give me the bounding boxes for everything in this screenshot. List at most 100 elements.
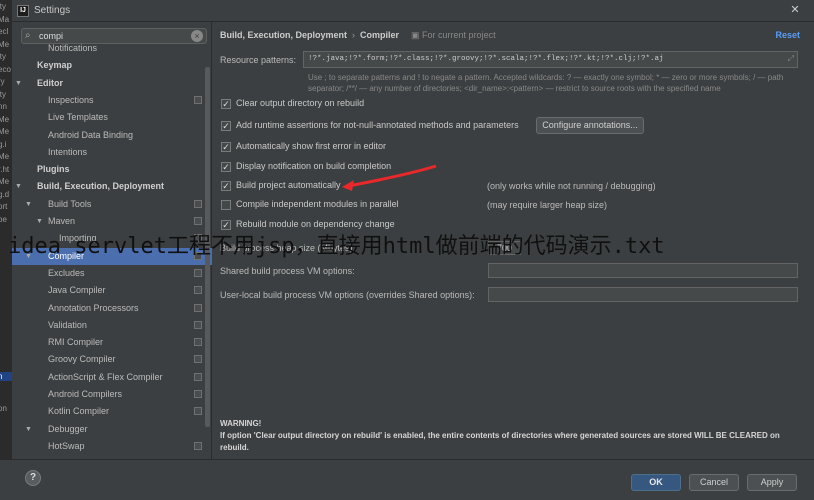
tree-item-excludes[interactable]: Excludes xyxy=(12,265,212,282)
tree-item-label: Excludes xyxy=(48,267,85,278)
checkbox-box[interactable]: ✓ xyxy=(221,99,231,109)
tree-item-label: Keymap xyxy=(37,60,73,71)
resource-patterns-value: !?*.java;!?*.form;!?*.class;!?*.groovy;!… xyxy=(308,55,664,63)
project-settings-icon xyxy=(194,95,202,104)
background-ide-fragment: g.i xyxy=(0,139,7,149)
background-ide-fragment: Me xyxy=(0,127,10,136)
breadcrumb: Build, Execution, Deployment › Compiler ▣ F… xyxy=(220,30,496,41)
user-vm-options-label: User-local build process VM options (ove… xyxy=(220,290,475,300)
project-settings-icon xyxy=(194,217,202,225)
background-ide-fragment: ry xyxy=(0,77,5,86)
tree-item-intentions[interactable]: Intentions xyxy=(12,144,212,161)
tree-item-keymap[interactable]: Keymap xyxy=(12,57,212,74)
checkbox-box[interactable]: ✓ xyxy=(221,142,231,152)
background-ide-fragment: nn xyxy=(0,102,7,111)
tree-item-annotation-processors[interactable]: Annotation Processors xyxy=(12,300,212,317)
tree-item-rmi-compiler[interactable]: RMI Compiler xyxy=(12,334,212,351)
tree-item-groovy-compiler[interactable]: Groovy Compiler xyxy=(12,351,212,368)
tree-item-label: Android Data Binding xyxy=(48,129,134,140)
project-settings-icon xyxy=(194,441,202,450)
reset-link[interactable]: Reset xyxy=(775,30,800,40)
user-vm-options-input[interactable] xyxy=(488,287,798,302)
background-ide-fragment: Me xyxy=(0,177,10,186)
tree-item-hotswap[interactable]: HotSwap xyxy=(12,438,212,455)
expand-arrow-icon[interactable]: ▼ xyxy=(15,178,22,195)
breadcrumb-separator: › xyxy=(352,30,356,40)
annotation-arrow-line xyxy=(347,164,437,188)
ok-button[interactable]: OK xyxy=(631,474,681,491)
expand-arrow-icon[interactable]: ▼ xyxy=(15,75,22,92)
project-settings-icon xyxy=(194,372,202,381)
shared-vm-options-input[interactable] xyxy=(488,263,798,278)
checkbox-box[interactable]: ✓ xyxy=(221,181,231,191)
tree-item-editor[interactable]: ▼ Editor xyxy=(12,75,212,92)
configure-annotations-button[interactable]: Configure annotations... xyxy=(536,117,644,134)
tree-item-android-data-binding[interactable]: Android Data Binding xyxy=(12,127,212,144)
apply-button[interactable]: Apply xyxy=(747,474,797,491)
close-icon[interactable]: ✕ xyxy=(782,3,808,17)
project-settings-icon xyxy=(194,286,202,295)
project-scope-icon: ▣ xyxy=(411,30,423,40)
tree-item-plugins[interactable]: Plugins xyxy=(12,161,212,178)
scope-text: For current project xyxy=(422,30,496,40)
expand-arrow-icon[interactable]: ▼ xyxy=(25,196,32,213)
tree-item-label: Groovy Compiler xyxy=(48,354,116,365)
tree-item-build-tools[interactable]: ▼ Build Tools xyxy=(12,196,212,213)
rebuild-warning: WARNING! If option 'Clear output directo… xyxy=(220,418,805,454)
checkbox-label: Compile independent modules in parallel xyxy=(236,199,399,209)
breadcrumb-section: Build, Execution, Deployment xyxy=(220,30,348,40)
background-ide-fragment: ity xyxy=(0,89,6,99)
checkbox-box[interactable]: ✓ xyxy=(221,162,231,172)
resource-patterns-label: Resource patterns: xyxy=(220,55,297,65)
tree-item-notifications[interactable]: Notifications xyxy=(12,40,212,57)
tree-item-label: ActionScript & Flex Compiler xyxy=(48,371,163,382)
tree-item-validation[interactable]: Validation xyxy=(12,317,212,334)
tree-item-android-compilers[interactable]: Android Compilers xyxy=(12,386,212,403)
tree-item-actionscript-flex-compiler[interactable]: ActionScript & Flex Compiler xyxy=(12,369,212,386)
tree-item-debugger[interactable]: ▼ Debugger xyxy=(12,421,212,438)
background-ide-fragment: Me xyxy=(0,152,10,161)
checkbox-box[interactable] xyxy=(221,200,231,210)
tree-item-label: Validation xyxy=(48,319,87,330)
checkbox-label: Build project automatically xyxy=(236,180,341,190)
window-title: Settings xyxy=(34,5,71,16)
tree-item-label: Kotlin Compiler xyxy=(48,406,110,417)
background-ide-fragment: be xyxy=(0,214,7,224)
checkbox-box[interactable]: ✓ xyxy=(221,121,231,131)
project-settings-icon xyxy=(194,199,202,208)
background-ide-fragment: Me xyxy=(0,39,10,49)
cancel-button[interactable]: Cancel xyxy=(689,474,739,491)
tree-item-label: Editor xyxy=(37,77,63,88)
watermark-title: idea servlet工程不用jsp，直接用html做前端的代码演示.txt xyxy=(8,234,665,259)
resource-patterns-input[interactable]: !?*.java;!?*.form;!?*.class;!?*.groovy;!… xyxy=(303,51,798,68)
project-settings-icon xyxy=(194,355,202,364)
tree-item-label: Live Templates xyxy=(48,112,108,123)
tree-item-live-templates[interactable]: Live Templates xyxy=(12,109,212,126)
tree-item-build-execution-deployment[interactable]: ▼ Build, Execution, Deployment xyxy=(12,178,212,195)
background-ide-fragment: eco xyxy=(0,64,11,74)
annotation-arrow-head xyxy=(342,180,354,191)
checkbox-label: Clear output directory on rebuild xyxy=(236,98,365,108)
background-ide-fragment: g.d xyxy=(0,189,10,199)
help-icon[interactable]: ? xyxy=(25,470,41,486)
tree-item-java-compiler[interactable]: Java Compiler xyxy=(12,282,212,299)
tree-item-label: RMI Compiler xyxy=(48,337,104,348)
build-automatically-note: (only works while not running / debuggin… xyxy=(487,181,656,191)
expand-icon[interactable]: ⤢ xyxy=(788,52,794,67)
tree-item-label: Plugins xyxy=(37,164,70,175)
checkbox-label: Automatically show first error in editor xyxy=(236,141,387,151)
background-ide-fragment: ity xyxy=(0,2,6,11)
tree-item-label: HotSwap xyxy=(48,440,85,451)
project-settings-icon xyxy=(194,320,202,329)
tree-item-inspections[interactable]: Inspections xyxy=(12,92,212,109)
background-ide-fragment: ort xyxy=(0,202,8,211)
background-ide-fragment: on xyxy=(0,404,7,413)
expand-arrow-icon[interactable]: ▼ xyxy=(25,421,32,438)
tree-item-kotlin-compiler[interactable]: Kotlin Compiler xyxy=(12,403,212,420)
project-settings-icon xyxy=(194,268,202,277)
project-settings-icon xyxy=(194,390,202,398)
tree-item-label: Android Compilers xyxy=(48,389,123,399)
background-ide-fragment: r.ht xyxy=(0,164,10,174)
tree-item-label: Build Tools xyxy=(48,198,92,209)
warning-text: If option 'Clear output directory on reb… xyxy=(220,431,780,452)
